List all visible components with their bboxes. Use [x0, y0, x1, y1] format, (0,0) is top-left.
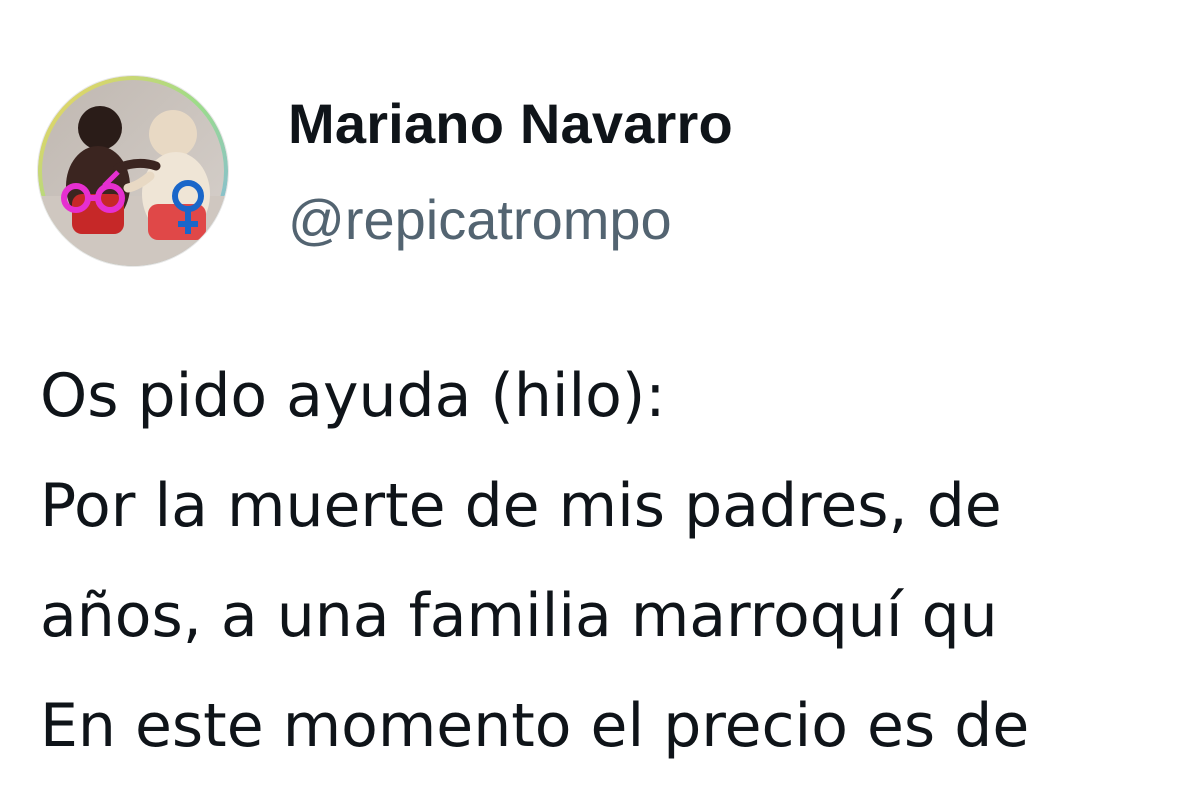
avatar-image: [38, 76, 228, 266]
tweet-card: Mariano Navarro @repicatrompo Os pido ay…: [0, 0, 1200, 800]
display-name[interactable]: Mariano Navarro: [288, 92, 733, 156]
tweet-line: Os pido ayuda (hilo):: [40, 361, 666, 431]
tweet-text: Os pido ayuda (hilo): Por la muerte de m…: [40, 356, 1200, 796]
tweet-line: años, a una familia marroquí qu: [40, 581, 998, 651]
avatar[interactable]: [38, 76, 228, 266]
user-handle[interactable]: @repicatrompo: [288, 188, 672, 252]
tweet-line: En este momento el precio es de: [40, 691, 1030, 761]
tweet-line: Por la muerte de mis padres, de: [40, 471, 1002, 541]
